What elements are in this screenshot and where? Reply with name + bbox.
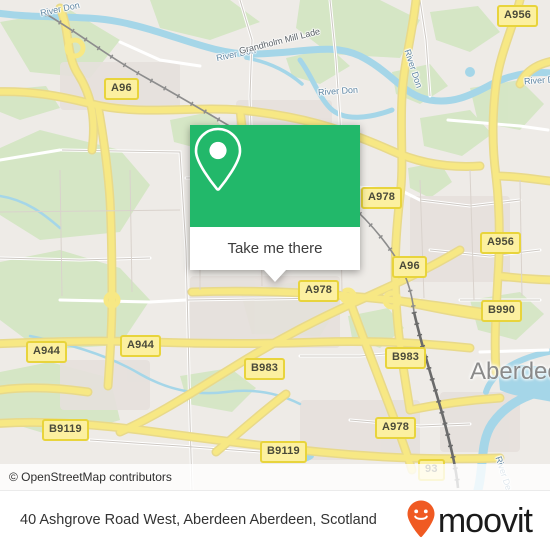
road-shield-a956-east[interactable]: A956 — [480, 232, 522, 254]
road-shield-b9119-south[interactable]: B9119 — [260, 441, 307, 463]
road-shield-b983-east[interactable]: B983 — [385, 347, 427, 369]
location-popup-card[interactable]: Take me there — [190, 125, 360, 282]
popup-tail-arrow — [264, 270, 286, 282]
map-attribution-bar: © OpenStreetMap contributors — [0, 464, 550, 490]
address-label: 40 Ashgrove Road West, Aberdeen Aberdeen… — [20, 512, 377, 529]
moovit-logo[interactable]: moovit — [406, 499, 550, 544]
road-shield-a944-west[interactable]: A944 — [26, 341, 68, 363]
map-canvas[interactable]: River Don River Don River Don Grandholm … — [0, 0, 550, 490]
footer-bar: 40 Ashgrove Road West, Aberdeen Aberdeen… — [0, 490, 550, 550]
road-shield-b983-west[interactable]: B983 — [244, 358, 286, 380]
road-shield-a978-north[interactable]: A978 — [361, 187, 403, 209]
road-shield-a96-northwest[interactable]: A96 — [104, 78, 139, 100]
road-shield-a944-east[interactable]: A944 — [120, 335, 162, 357]
map-label-aberdeen: Aberdeen — [470, 358, 550, 385]
map-label-river-don-5: River Don — [523, 73, 550, 87]
popup-footer[interactable]: Take me there — [190, 227, 360, 282]
moovit-map-share-card: River Don River Don River Don Grandholm … — [0, 0, 550, 550]
road-shield-b990[interactable]: B990 — [481, 300, 523, 322]
moovit-wordmark: moovit — [437, 502, 533, 540]
road-shield-a956-north[interactable]: A956 — [497, 5, 539, 27]
moovit-smiley-pin-icon — [406, 499, 436, 544]
osm-attribution-text[interactable]: © OpenStreetMap contributors — [0, 470, 172, 484]
road-shield-b9119-west[interactable]: B9119 — [42, 419, 89, 441]
road-shield-a978-south[interactable]: A978 — [375, 417, 417, 439]
road-shield-a96-central[interactable]: A96 — [392, 256, 427, 278]
popup-header — [190, 125, 360, 227]
take-me-there-label: Take me there — [227, 240, 323, 257]
road-shield-a978-central[interactable]: A978 — [298, 280, 340, 302]
